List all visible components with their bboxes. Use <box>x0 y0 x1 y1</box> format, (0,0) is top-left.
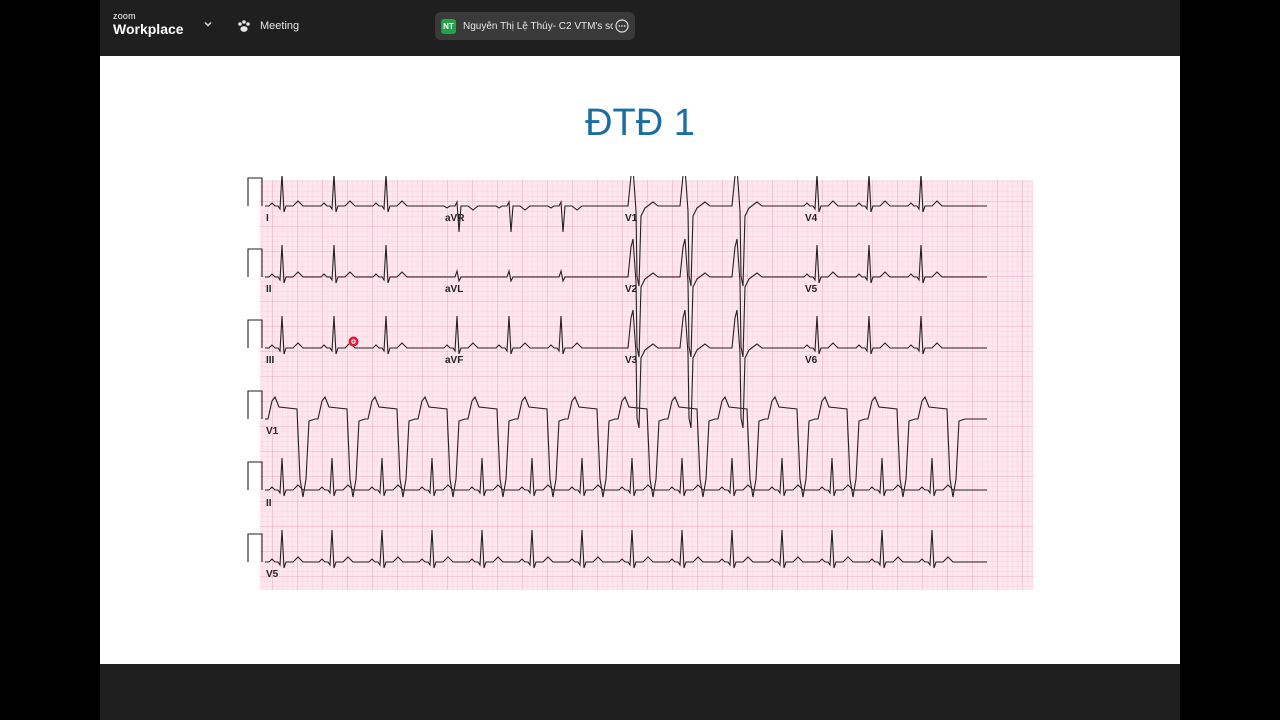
lead-label: V1 <box>266 426 279 437</box>
calibration-pulse <box>247 461 263 490</box>
lead-label: aVF <box>445 355 463 366</box>
lead-label: V3 <box>625 355 638 366</box>
lead-label: V2 <box>625 284 638 295</box>
calibration-pulse <box>247 248 263 277</box>
slide-title: ĐTĐ 1 <box>585 102 695 144</box>
calibration-pulse <box>247 177 263 206</box>
meeting-button[interactable]: Meeting <box>236 18 299 34</box>
brand-name: Workplace <box>113 21 184 37</box>
laser-pointer-icon <box>348 336 359 347</box>
ecg-strip: IaVR V1 V4 II aVL V2 V5 III aVF V3 V6 V1 II V5 <box>247 176 1033 590</box>
ecg-grid <box>260 180 1033 590</box>
share-label: Nguyễn Thị Lệ Thúy- C2 VTM's sc <box>463 20 613 32</box>
lead-label: aVR <box>445 213 465 224</box>
shared-slide: ĐTĐ 1 IaVR V1 V4 II aVL V2 V5 III aVF V3 V6 V1 II V5 <box>100 56 1180 664</box>
bottom-toolbar <box>100 664 1180 720</box>
lead-label: I <box>266 213 269 224</box>
lead-label: II <box>266 498 272 509</box>
lead-label: V4 <box>805 213 818 224</box>
lead-label: V5 <box>805 284 818 295</box>
screen-share-indicator[interactable]: NT Nguyễn Thị Lệ Thúy- C2 VTM's sc <box>435 12 635 40</box>
lead-label: V6 <box>805 355 818 366</box>
more-options-icon[interactable] <box>615 19 629 33</box>
chevron-down-icon[interactable] <box>202 18 214 30</box>
lead-label: II <box>266 284 272 295</box>
avatar: NT <box>441 18 456 34</box>
zoom-workplace-logo: zoom Workplace <box>113 11 184 37</box>
meeting-label: Meeting <box>260 20 300 32</box>
lead-label: III <box>266 355 275 366</box>
lead-label: aVL <box>445 284 463 295</box>
calibration-pulse <box>247 390 263 419</box>
lead-label: V5 <box>266 569 279 580</box>
lead-label: V1 <box>625 213 638 224</box>
brand-small-text: zoom <box>113 11 136 21</box>
calibration-pulse <box>247 533 263 562</box>
calibration-pulse <box>247 319 263 348</box>
top-toolbar: zoom Workplace Meeting NT Nguyễn Thị Lệ … <box>100 0 1180 56</box>
paw-icon <box>238 20 250 32</box>
zoom-window: zoom Workplace Meeting NT Nguyễn Thị Lệ … <box>100 0 1180 720</box>
